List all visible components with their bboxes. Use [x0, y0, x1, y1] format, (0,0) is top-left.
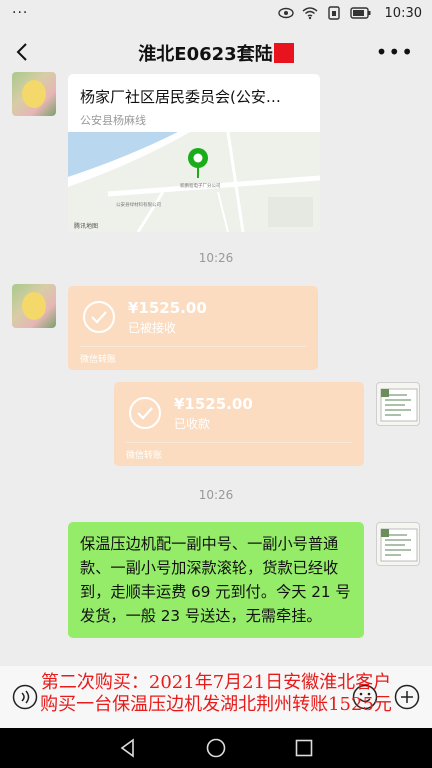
status-time: 10:30	[384, 6, 422, 21]
map-label-1: 公安县绿材料有限公司	[116, 201, 161, 208]
sim-icon	[328, 6, 340, 20]
location-message[interactable]: 杨家厂社区居民委员会(公安… 公安县杨麻线 公安县绿材料有限公司 新鹏程电子厂分…	[68, 74, 320, 232]
notification-dots: ···	[12, 5, 29, 21]
redaction-mark	[273, 43, 294, 63]
timestamp: 10:26	[198, 488, 234, 502]
document-thumbnail-icon	[380, 388, 418, 422]
contact-avatar[interactable]	[12, 72, 56, 116]
location-name: 杨家厂社区居民委员会(公安…	[80, 88, 281, 106]
status-bar: ··· 10:30	[0, 0, 432, 28]
map-preview: 公安县绿材料有限公司 新鹏程电子厂分公司 腾讯地图	[68, 132, 320, 232]
transfer-footer: 微信转账	[126, 451, 163, 461]
transfer-footer: 微信转账	[80, 355, 117, 365]
more-icon[interactable]: •••	[376, 40, 414, 64]
transfer-message-received[interactable]: ¥1525.00 已被接收 微信转账	[68, 286, 318, 370]
map-label-2: 新鹏程电子厂分公司	[180, 182, 221, 189]
check-circle-icon	[83, 301, 115, 333]
battery-icon	[350, 7, 371, 19]
chat-title-text: 淮北E0623套陆	[138, 44, 273, 65]
chat-header: 淮北E0623套陆 •••	[0, 28, 432, 76]
transfer-amount: ¥1525.00	[174, 395, 253, 413]
document-thumbnail-icon	[380, 528, 418, 562]
contact-avatar[interactable]	[12, 284, 56, 328]
check-circle-icon	[129, 397, 161, 429]
transfer-message-sent[interactable]: ¥1525.00 已收款 微信转账	[114, 382, 364, 466]
nav-home-icon[interactable]	[204, 736, 228, 760]
transfer-status: 已收款	[174, 417, 211, 431]
nav-back-icon[interactable]	[116, 736, 140, 760]
status-icons	[278, 6, 372, 20]
caption-line-2: 购买一台保温压边机发湖北荆州转账1525元	[40, 694, 392, 715]
chat-title: 淮北E0623套陆	[0, 40, 432, 66]
caption-overlay: 第二次购买：2021年7月21日安徽淮北客户 购买一台保温压边机发湖北荆州转账1…	[0, 666, 432, 726]
nav-recent-icon[interactable]	[292, 736, 316, 760]
map-attribution: 腾讯地图	[74, 222, 98, 230]
wifi-icon	[302, 7, 318, 20]
transfer-status: 已被接收	[128, 321, 177, 335]
my-avatar[interactable]	[376, 522, 420, 566]
system-navigation-bar	[0, 728, 432, 768]
text-message[interactable]: 保温压边机配一副中号、一副小号普通款、一副小号加深款滚轮，货款已经收到，走顺丰运…	[68, 522, 364, 638]
caption-line-1: 第二次购买：2021年7月21日安徽淮北客户	[40, 672, 392, 693]
transfer-amount: ¥1525.00	[128, 299, 207, 317]
my-avatar[interactable]	[376, 382, 420, 426]
eye-icon	[278, 7, 294, 19]
location-address: 公安县杨麻线	[80, 114, 146, 127]
timestamp: 10:26	[198, 251, 234, 265]
